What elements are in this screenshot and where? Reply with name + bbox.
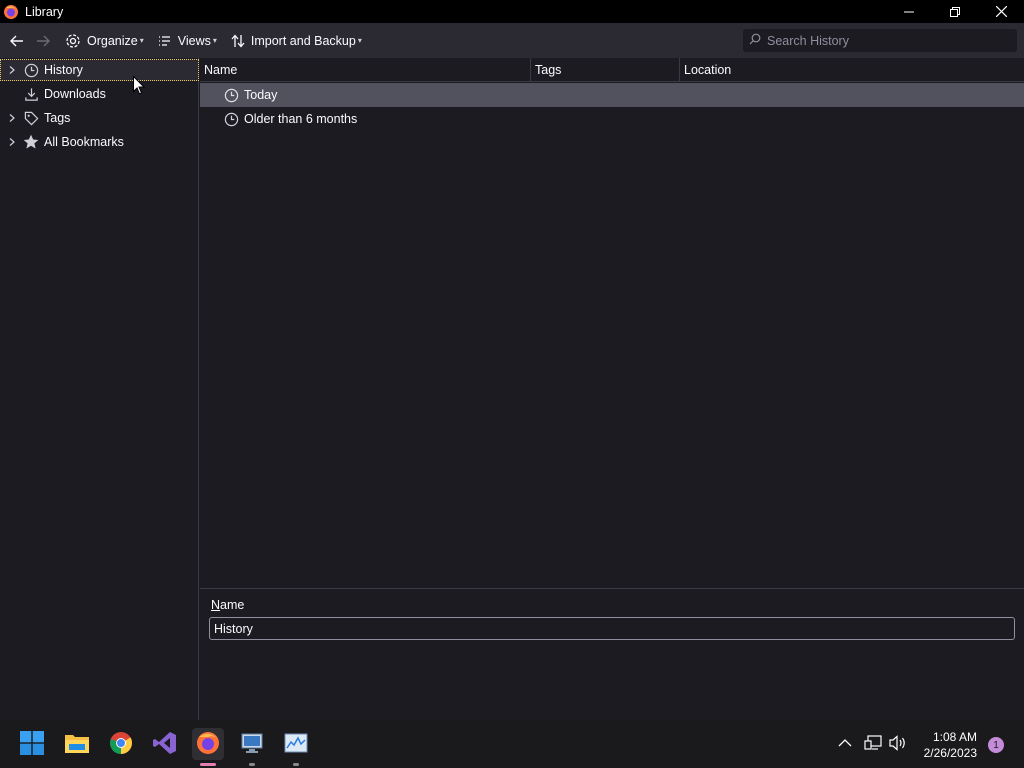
sidebar-item-all-bookmarks[interactable]: All Bookmarks: [0, 131, 199, 153]
chevron-down-icon: ▾: [212, 36, 217, 45]
gear-icon: [65, 33, 81, 49]
taskbar-visual-studio[interactable]: [149, 728, 181, 760]
column-header-label: Name: [204, 62, 238, 77]
taskbar-clock[interactable]: 1:08 AM 2/26/2023: [924, 729, 977, 761]
column-header-location[interactable]: Location: [680, 58, 1024, 82]
name-field-value: History: [214, 621, 253, 636]
import-backup-label: Import and Backup: [250, 33, 356, 48]
windows-icon: [20, 730, 44, 758]
taskbar-resource-monitor[interactable]: [280, 728, 312, 766]
column-header-label: Tags: [535, 62, 562, 77]
taskbar-file-explorer[interactable]: [61, 728, 93, 760]
column-header-name[interactable]: Name: [200, 58, 531, 82]
star-icon: [23, 134, 39, 150]
open-indicator: [249, 763, 255, 766]
views-label: Views: [177, 33, 211, 48]
volume-control[interactable]: [889, 720, 907, 768]
sidebar-item-label: History: [44, 63, 83, 77]
clock-icon: [224, 87, 240, 103]
close-button[interactable]: [978, 0, 1024, 23]
chevron-right-icon[interactable]: [6, 138, 18, 146]
column-header-label: Location: [684, 62, 732, 77]
organize-button[interactable]: Organize ▾: [60, 28, 149, 54]
notification-badge[interactable]: 1: [988, 737, 1004, 753]
mouse-cursor-icon: [133, 75, 146, 98]
firefox-icon: [196, 731, 220, 758]
open-indicator: [293, 763, 299, 766]
taskbar-rdp[interactable]: [236, 728, 268, 766]
back-button[interactable]: [4, 28, 30, 54]
list-icon: [158, 34, 172, 48]
visual-studio-icon: [153, 731, 177, 758]
search-icon: [749, 33, 761, 48]
title-bar: Library: [0, 0, 1024, 23]
sidebar-item-label: Tags: [44, 111, 71, 125]
taskbar: 1:08 AM 2/26/2023: [0, 720, 1024, 768]
row-name: Older than 6 months: [244, 112, 358, 126]
organize-label: Organize: [87, 33, 138, 48]
name-label-accesskey: N: [211, 598, 221, 612]
row-name: Today: [244, 88, 278, 102]
sidebar-tree: History Downloads Tags All Bookmarks: [0, 58, 199, 720]
minimize-button[interactable]: [886, 0, 932, 23]
tray-overflow[interactable]: [838, 720, 852, 768]
folder-icon: [64, 732, 90, 757]
speaker-icon: [889, 734, 907, 754]
chevron-down-icon: ▾: [357, 36, 362, 45]
clock-icon: [224, 111, 240, 127]
chevron-right-icon[interactable]: [6, 114, 18, 122]
download-icon: [23, 86, 39, 102]
window-title: Library: [25, 4, 64, 19]
sidebar-item-tags[interactable]: Tags: [0, 107, 199, 129]
name-field[interactable]: History: [209, 617, 1015, 640]
taskbar-chrome[interactable]: [105, 728, 137, 760]
tag-icon: [23, 110, 39, 126]
arrow-left-icon: [9, 33, 25, 49]
name-field-label: Name: [211, 598, 244, 612]
performance-monitor-icon: [284, 731, 308, 758]
chrome-icon: [109, 731, 133, 758]
views-button[interactable]: Views ▾: [153, 28, 222, 54]
search-input[interactable]: Search History: [743, 29, 1017, 52]
clock-date: 2/26/2023: [923, 746, 977, 760]
network-status[interactable]: [864, 720, 882, 768]
remote-desktop-icon: [240, 731, 264, 758]
details-pane: Name History: [200, 588, 1024, 720]
table-row[interactable]: Older than 6 months: [200, 107, 1024, 131]
import-export-icon: [231, 34, 245, 48]
history-tree-list: Name Tags Location Today Older than 6 mo…: [200, 58, 1024, 588]
table-row[interactable]: Today: [200, 83, 1024, 107]
clock-icon: [23, 62, 39, 78]
search-placeholder: Search History: [767, 33, 849, 48]
chevron-right-icon[interactable]: [6, 66, 18, 74]
column-header-tags[interactable]: Tags: [531, 58, 680, 82]
forward-button[interactable]: [30, 28, 56, 54]
sidebar-item-history[interactable]: History: [0, 59, 199, 81]
sidebar-item-label: Downloads: [44, 87, 106, 101]
name-label-rest: ame: [220, 598, 245, 612]
firefox-icon: [3, 4, 19, 20]
active-indicator: [200, 763, 216, 766]
sidebar-item-downloads[interactable]: Downloads: [0, 83, 199, 105]
restore-button[interactable]: [932, 0, 978, 23]
sidebar-item-label: All Bookmarks: [44, 135, 124, 149]
import-backup-button[interactable]: Import and Backup ▾: [226, 28, 367, 54]
clock-time: 1:08 AM: [932, 730, 977, 744]
taskbar-firefox[interactable]: [192, 728, 224, 766]
arrow-right-icon: [35, 33, 51, 49]
network-icon: [864, 734, 882, 754]
chevron-down-icon: ▾: [139, 36, 144, 45]
start-button[interactable]: [16, 728, 48, 760]
chevron-up-icon: [838, 737, 852, 751]
